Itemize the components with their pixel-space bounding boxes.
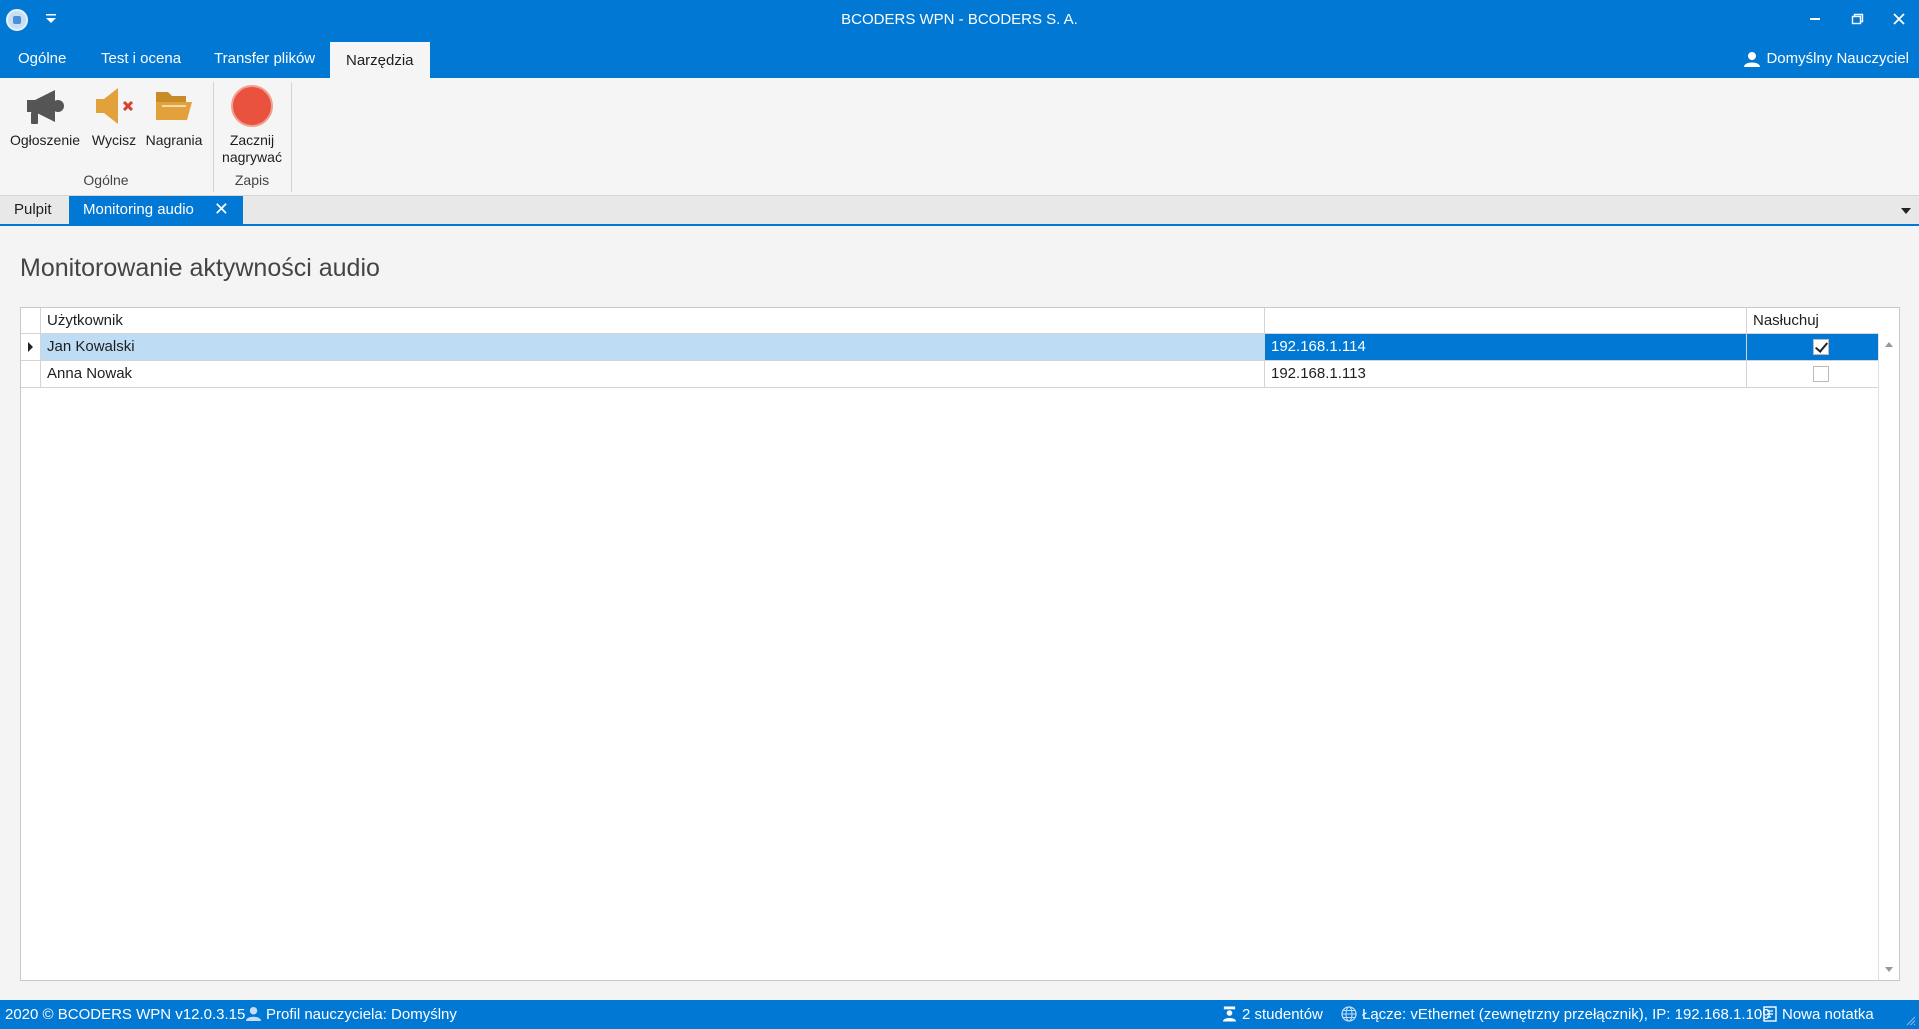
- main-content: Monitorowanie aktywności audio Użytkowni…: [0, 226, 1919, 1000]
- new-note-button[interactable]: Nowa notatka: [1763, 1000, 1874, 1029]
- tab-narzedzia[interactable]: Narzędzia: [330, 40, 430, 78]
- minimize-icon[interactable]: [1802, 6, 1828, 32]
- scroll-up-icon[interactable]: [1885, 342, 1893, 347]
- user-name: Domyślny Nauczyciel: [1766, 50, 1909, 67]
- user-icon: [1744, 52, 1761, 68]
- scroll-down-icon[interactable]: [1885, 967, 1893, 972]
- tab-ogolne[interactable]: Ogólne: [2, 40, 82, 78]
- table-row[interactable]: Anna Nowak 192.168.1.113: [21, 361, 1878, 388]
- cell-listen[interactable]: [1747, 334, 1878, 360]
- start-recording-label-1: Zacznij: [229, 132, 275, 148]
- tab-transfer-plikow[interactable]: Transfer plików: [198, 40, 331, 78]
- recordings-button[interactable]: Nagrania: [142, 82, 206, 149]
- group-label-zapis: Zapis: [234, 172, 270, 188]
- header-indicator: [21, 308, 41, 334]
- doc-tab-monitoring-audio[interactable]: Monitoring audio ✕: [69, 196, 243, 224]
- teacher-profile-label: Profil nauczyciela: Domyślny: [266, 1006, 457, 1023]
- globe-icon: [1341, 1005, 1357, 1022]
- ribbon: Ogłoszenie Wycisz Nagrania Ogólne Zaczni…: [0, 78, 1919, 196]
- folder-open-icon: [156, 92, 192, 120]
- group-separator: [291, 82, 292, 192]
- tab-test-i-ocena[interactable]: Test i ocena: [85, 40, 197, 78]
- title-bar: BCODERS WPN - BCODERS S. A.: [0, 0, 1919, 40]
- user-icon: [246, 1006, 261, 1022]
- current-row-arrow-icon: [28, 342, 33, 352]
- close-tab-icon[interactable]: ✕: [214, 196, 229, 222]
- tabs-dropdown-icon[interactable]: [1901, 208, 1911, 214]
- recordings-label: Nagrania: [145, 132, 203, 148]
- copyright-version: 2020 © BCODERS WPN v12.0.3.15: [5, 1006, 246, 1023]
- announcement-label: Ogłoszenie: [9, 132, 81, 148]
- vertical-scrollbar[interactable]: [1878, 334, 1899, 980]
- row-indicator: [21, 334, 41, 360]
- listen-checkbox[interactable]: [1813, 339, 1829, 355]
- students-count-label: 2 studentów: [1242, 1006, 1323, 1023]
- record-icon: [231, 85, 273, 127]
- restore-icon[interactable]: [1844, 6, 1870, 32]
- announcement-button[interactable]: Ogłoszenie: [6, 82, 84, 149]
- students-icon: [1222, 1006, 1237, 1022]
- close-window-icon[interactable]: [1886, 6, 1912, 32]
- cell-listen[interactable]: [1747, 361, 1878, 387]
- doc-tab-label: Monitoring audio: [83, 201, 194, 218]
- grid-header: Użytkownik Nasłuchuj: [21, 308, 1878, 334]
- connection-info[interactable]: Łącze: vEthernet (zewnętrzny przełącznik…: [1341, 1000, 1771, 1029]
- page-title: Monitorowanie aktywności audio: [20, 254, 380, 282]
- megaphone-icon: [27, 90, 64, 124]
- teacher-profile[interactable]: Profil nauczyciela: Domyślny: [246, 1000, 457, 1029]
- start-recording-label-2: nagrywać: [222, 149, 282, 165]
- connection-label: Łącze: vEthernet (zewnętrzny przełącznik…: [1362, 1006, 1771, 1023]
- table-row[interactable]: Jan Kowalski 192.168.1.114: [21, 334, 1878, 361]
- cell-ip[interactable]: 192.168.1.113: [1265, 361, 1747, 387]
- start-recording-button[interactable]: Zacznij nagrywać: [216, 82, 288, 166]
- ribbon-tabs: Ogólne Test i ocena Transfer plików Narz…: [0, 40, 1919, 78]
- cell-ip[interactable]: 192.168.1.114: [1265, 334, 1747, 360]
- cell-user[interactable]: Jan Kowalski: [41, 334, 1265, 360]
- row-indicator: [21, 361, 41, 387]
- students-count[interactable]: 2 studentów: [1222, 1000, 1323, 1029]
- speaker-mute-icon: [96, 88, 134, 124]
- mute-button[interactable]: Wycisz: [86, 82, 142, 149]
- listen-checkbox[interactable]: [1813, 366, 1829, 382]
- column-header-ip[interactable]: [1265, 308, 1747, 334]
- resize-grip-icon[interactable]: [1906, 1016, 1916, 1026]
- cell-user[interactable]: Anna Nowak: [41, 361, 1265, 387]
- status-bar: 2020 © BCODERS WPN v12.0.3.15 Profil nau…: [0, 1000, 1919, 1029]
- new-note-label: Nowa notatka: [1782, 1006, 1874, 1023]
- users-grid: Użytkownik Nasłuchuj Jan Kowalski 192.16…: [20, 307, 1900, 981]
- column-header-listen[interactable]: Nasłuchuj: [1747, 308, 1878, 334]
- column-header-user[interactable]: Użytkownik: [41, 308, 1265, 334]
- user-profile[interactable]: Domyślny Nauczyciel: [1744, 40, 1909, 78]
- group-label-ogolne: Ogólne: [83, 172, 129, 188]
- mute-label: Wycisz: [91, 132, 137, 148]
- note-icon: [1763, 1005, 1777, 1022]
- window-title: BCODERS WPN - BCODERS S. A.: [841, 11, 1078, 28]
- document-tabs: Pulpit Monitoring audio ✕: [0, 196, 1919, 226]
- doc-tab-pulpit[interactable]: Pulpit: [0, 196, 66, 224]
